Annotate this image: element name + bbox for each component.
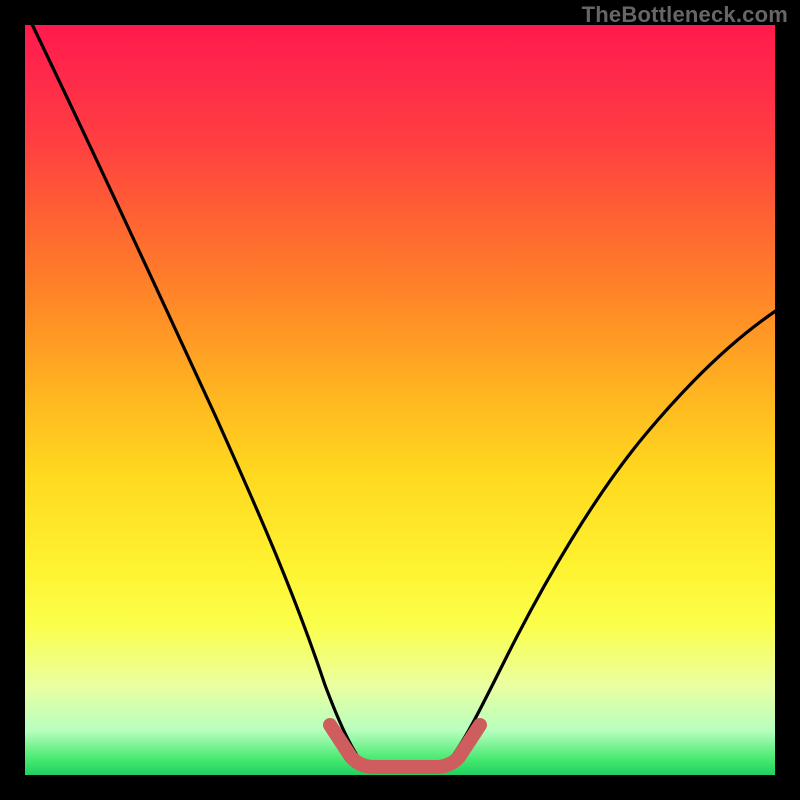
right-curve (450, 310, 777, 760)
left-curve (30, 20, 360, 760)
chart-frame: TheBottleneck.com (0, 0, 800, 800)
chart-lines (25, 25, 775, 775)
watermark-text: TheBottleneck.com (582, 2, 788, 28)
plot-area (25, 25, 775, 775)
